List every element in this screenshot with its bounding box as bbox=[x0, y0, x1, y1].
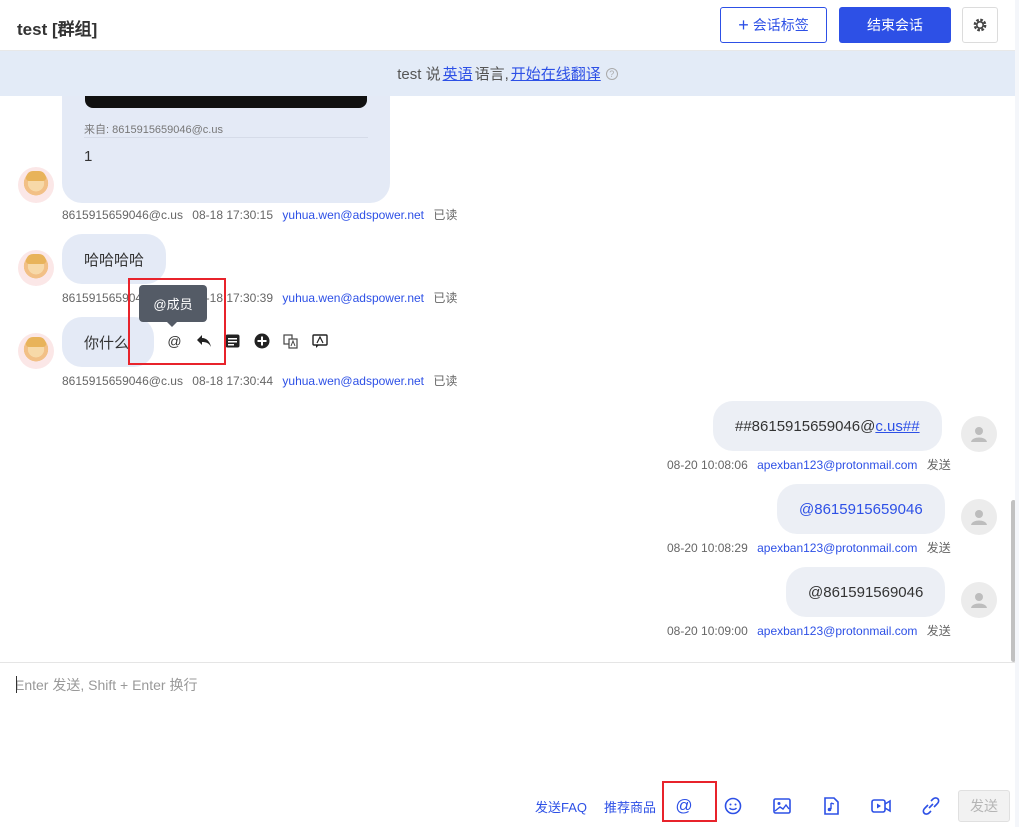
help-icon[interactable]: ? bbox=[605, 67, 618, 80]
read-status: 已读 bbox=[433, 291, 458, 305]
sender-id: 8615915659046@c.us bbox=[62, 374, 183, 388]
session-tag-button[interactable]: + 会话标签 bbox=[720, 7, 827, 43]
message-text: 1 bbox=[84, 148, 93, 165]
message-time: 08-20 10:09:00 bbox=[667, 624, 748, 638]
chat-header: test [群组] + 会话标签 结束会话 bbox=[0, 0, 1015, 51]
message-meta: 8615915659046@c.us 08-18 17:30:39 yuhua.… bbox=[62, 289, 463, 306]
send-status: 发送 bbox=[926, 624, 951, 638]
message-meta: 08-20 10:08:06 apexban123@protonmail.com… bbox=[667, 456, 957, 473]
message-bubble[interactable]: ##8615915659046@c.us## bbox=[713, 401, 942, 451]
message-bubble[interactable]: @861591569046 bbox=[786, 567, 946, 617]
translate-icon bbox=[283, 333, 298, 349]
message-meta: 08-20 10:08:29 apexban123@protonmail.com… bbox=[667, 539, 957, 556]
message-time: 08-20 10:08:06 bbox=[667, 458, 748, 472]
chat-title: test [群组] bbox=[17, 20, 98, 39]
avatar[interactable] bbox=[18, 333, 54, 369]
message-text: 哈哈哈哈 bbox=[84, 251, 145, 269]
image-button[interactable] bbox=[771, 795, 793, 817]
send-faq-button[interactable]: 发送FAQ bbox=[535, 797, 587, 816]
avatar[interactable] bbox=[961, 416, 997, 452]
account-email: yuhua.wen@adspower.net bbox=[282, 374, 424, 388]
plus-icon: + bbox=[738, 15, 749, 35]
account-email: apexban123@protonmail.com bbox=[757, 458, 918, 472]
link-icon bbox=[922, 797, 940, 815]
message-link[interactable]: c.us## bbox=[875, 418, 919, 435]
message-time: 08-20 10:08:29 bbox=[667, 541, 748, 555]
translate-banner: test 说 英语 语言, 开始在线翻译 ? bbox=[0, 51, 1015, 96]
account-email: yuhua.wen@adspower.net bbox=[282, 291, 424, 305]
user-icon bbox=[971, 593, 987, 608]
chat-translate-icon bbox=[311, 333, 328, 348]
audio-button[interactable] bbox=[820, 795, 842, 817]
message-input[interactable]: Enter 发送, Shift + Enter 换行 bbox=[15, 675, 197, 695]
settings-button[interactable] bbox=[962, 7, 998, 43]
quoted-source: 来自: 8615915659046@c.us bbox=[84, 124, 223, 136]
image-icon bbox=[773, 798, 791, 814]
highlight-box bbox=[662, 781, 717, 822]
read-status: 已读 bbox=[433, 208, 458, 222]
message-text: ##8615915659046@c.us## bbox=[735, 418, 920, 435]
message-meta: 8615915659046@c.us 08-18 17:30:44 yuhua.… bbox=[62, 372, 463, 389]
sender-id: 8615915659046@c.us bbox=[62, 208, 183, 222]
message-text-prefix: ##8615915659046@ bbox=[735, 417, 876, 435]
account-email: apexban123@protonmail.com bbox=[757, 541, 918, 555]
message-text: 你什么 bbox=[84, 334, 130, 352]
message-meta: 8615915659046@c.us 08-18 17:30:15 yuhua.… bbox=[62, 206, 463, 223]
attachment-button[interactable] bbox=[920, 795, 942, 817]
avatar[interactable] bbox=[961, 582, 997, 618]
audio-file-icon bbox=[823, 797, 839, 815]
message-time: 08-18 17:30:15 bbox=[192, 208, 274, 222]
session-tag-label: 会话标签 bbox=[752, 17, 809, 33]
send-status: 发送 bbox=[926, 458, 951, 472]
message-meta: 08-20 10:09:00 apexban123@protonmail.com… bbox=[667, 622, 957, 639]
translate-button[interactable] bbox=[276, 330, 305, 352]
send-status: 发送 bbox=[926, 541, 951, 555]
user-icon bbox=[971, 427, 987, 442]
user-icon bbox=[971, 510, 987, 525]
gear-icon bbox=[973, 18, 987, 32]
avatar[interactable] bbox=[18, 250, 54, 286]
recommend-goods-button[interactable]: 推荐商品 bbox=[604, 797, 656, 816]
message-bubble[interactable]: 哈哈哈哈 bbox=[62, 234, 167, 284]
video-thumbnail[interactable] bbox=[85, 96, 367, 108]
message-bubble[interactable]: 来自: 8615915659046@c.us 1 bbox=[62, 96, 390, 203]
start-translate-link[interactable]: 开始在线翻译 bbox=[511, 63, 601, 84]
account-email: apexban123@protonmail.com bbox=[757, 624, 918, 638]
message-text: @861591569046 bbox=[808, 583, 924, 601]
emoji-button[interactable] bbox=[722, 795, 744, 817]
composer-divider bbox=[0, 662, 1015, 663]
avatar[interactable] bbox=[18, 167, 54, 203]
message-icon bbox=[225, 334, 240, 348]
avatar[interactable] bbox=[961, 499, 997, 535]
banner-middle: 语言, bbox=[474, 66, 509, 83]
text-caret bbox=[16, 676, 17, 693]
emoji-icon bbox=[724, 797, 742, 815]
highlight-box bbox=[128, 278, 226, 365]
send-button[interactable]: 发送 bbox=[958, 790, 1010, 822]
banner-prefix: test 说 bbox=[397, 66, 441, 83]
window-edge bbox=[1015, 0, 1019, 827]
read-status: 已读 bbox=[433, 374, 458, 388]
end-session-button[interactable]: 结束会话 bbox=[839, 7, 951, 43]
message-list[interactable]: 来自: 8615915659046@c.us 1 8615915659046@c… bbox=[0, 96, 1015, 662]
language-link[interactable]: 英语 bbox=[443, 63, 473, 84]
message-text: @8615915659046 bbox=[799, 500, 923, 518]
plus-circle-icon bbox=[254, 333, 269, 349]
chat-window: test [群组] + 会话标签 结束会话 test 说 英语 语言, 开始在线… bbox=[0, 0, 1019, 827]
message-bubble[interactable]: @8615915659046 bbox=[777, 484, 945, 534]
add-button[interactable] bbox=[247, 330, 276, 352]
message-time: 08-18 17:30:44 bbox=[192, 374, 274, 388]
account-email: yuhua.wen@adspower.net bbox=[282, 208, 424, 222]
video-icon bbox=[871, 799, 891, 813]
video-button[interactable] bbox=[870, 795, 892, 817]
ai-translate-button[interactable] bbox=[305, 330, 334, 352]
divider bbox=[84, 137, 368, 138]
